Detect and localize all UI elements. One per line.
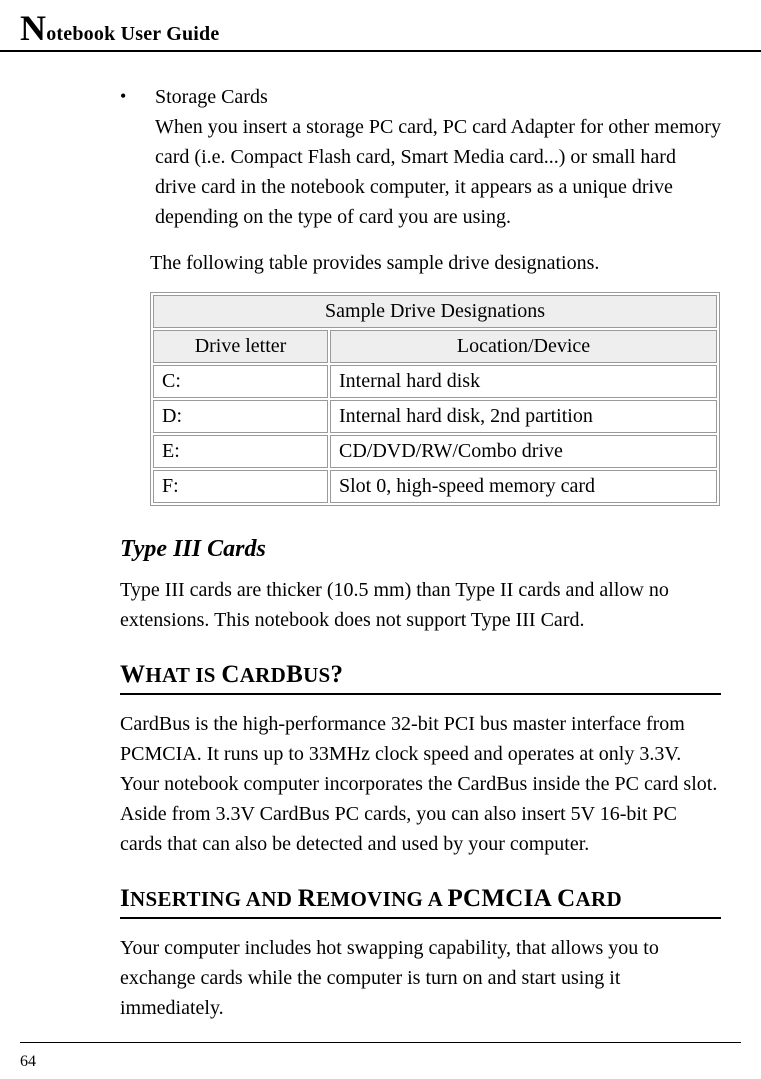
cell-drive-letter: D: (153, 400, 328, 433)
heading-part: C (221, 661, 239, 688)
header-title: Notebook User Guide (20, 23, 219, 45)
header-dropcap: N (20, 8, 46, 48)
heading-part: B (286, 661, 303, 688)
type3-text: Type III cards are thicker (10.5 mm) tha… (120, 575, 721, 635)
table-caption: Sample Drive Designations (153, 295, 717, 328)
insert-remove-text: Your computer includes hot swapping capa… (120, 933, 721, 1023)
type3-heading: Type III Cards (120, 536, 741, 563)
bullet-title: Storage Cards (155, 82, 721, 112)
drive-designations-table: Sample Drive Designations Drive letter L… (150, 292, 720, 506)
table-row: F: Slot 0, high-speed memory card (153, 470, 717, 503)
following-text: The following table provides sample driv… (150, 248, 741, 278)
cardbus-heading: WHAT IS CARDBUS? (120, 661, 721, 695)
cell-drive-letter: F: (153, 470, 328, 503)
bullet-text: When you insert a storage PC card, PC ca… (155, 112, 721, 232)
heading-part: R (298, 885, 316, 912)
heading-part: EMOVING A (316, 887, 447, 911)
header-rest: otebook User Guide (46, 23, 219, 45)
insert-remove-heading: INSERTING AND REMOVING A PCMCIA CARD (120, 885, 721, 919)
heading-part: ARD (240, 663, 286, 687)
table-row: C: Internal hard disk (153, 365, 717, 398)
table-header-col1: Drive letter (153, 330, 328, 363)
page-header: Notebook User Guide (0, 0, 761, 52)
heading-part: HAT IS (145, 663, 221, 687)
page: Notebook User Guide • Storage Cards When… (0, 0, 761, 1079)
table-row: D: Internal hard disk, 2nd partition (153, 400, 717, 433)
cell-drive-letter: C: (153, 365, 328, 398)
heading-part: ? (331, 661, 344, 688)
bullet-body: Storage Cards When you insert a storage … (155, 82, 741, 232)
bullet-item: • Storage Cards When you insert a storag… (120, 82, 741, 232)
cell-drive-desc: Internal hard disk, 2nd partition (330, 400, 717, 433)
heading-part: PCMCIA C (447, 885, 575, 912)
bullet-marker: • (120, 82, 155, 232)
page-number: 64 (20, 1053, 36, 1070)
heading-part: I (120, 885, 130, 912)
table-row: E: CD/DVD/RW/Combo drive (153, 435, 717, 468)
cell-drive-desc: CD/DVD/RW/Combo drive (330, 435, 717, 468)
page-content: • Storage Cards When you insert a storag… (0, 52, 761, 1033)
heading-part: NSERTING AND (130, 887, 298, 911)
cardbus-text: CardBus is the high-performance 32-bit P… (120, 709, 721, 859)
heading-part: ARD (576, 887, 622, 911)
heading-part: W (120, 661, 145, 688)
cell-drive-desc: Internal hard disk (330, 365, 717, 398)
cell-drive-desc: Slot 0, high-speed memory card (330, 470, 717, 503)
heading-part: US (303, 663, 330, 687)
page-footer: 64 (20, 1042, 741, 1071)
cell-drive-letter: E: (153, 435, 328, 468)
table-header-col2: Location/Device (330, 330, 717, 363)
